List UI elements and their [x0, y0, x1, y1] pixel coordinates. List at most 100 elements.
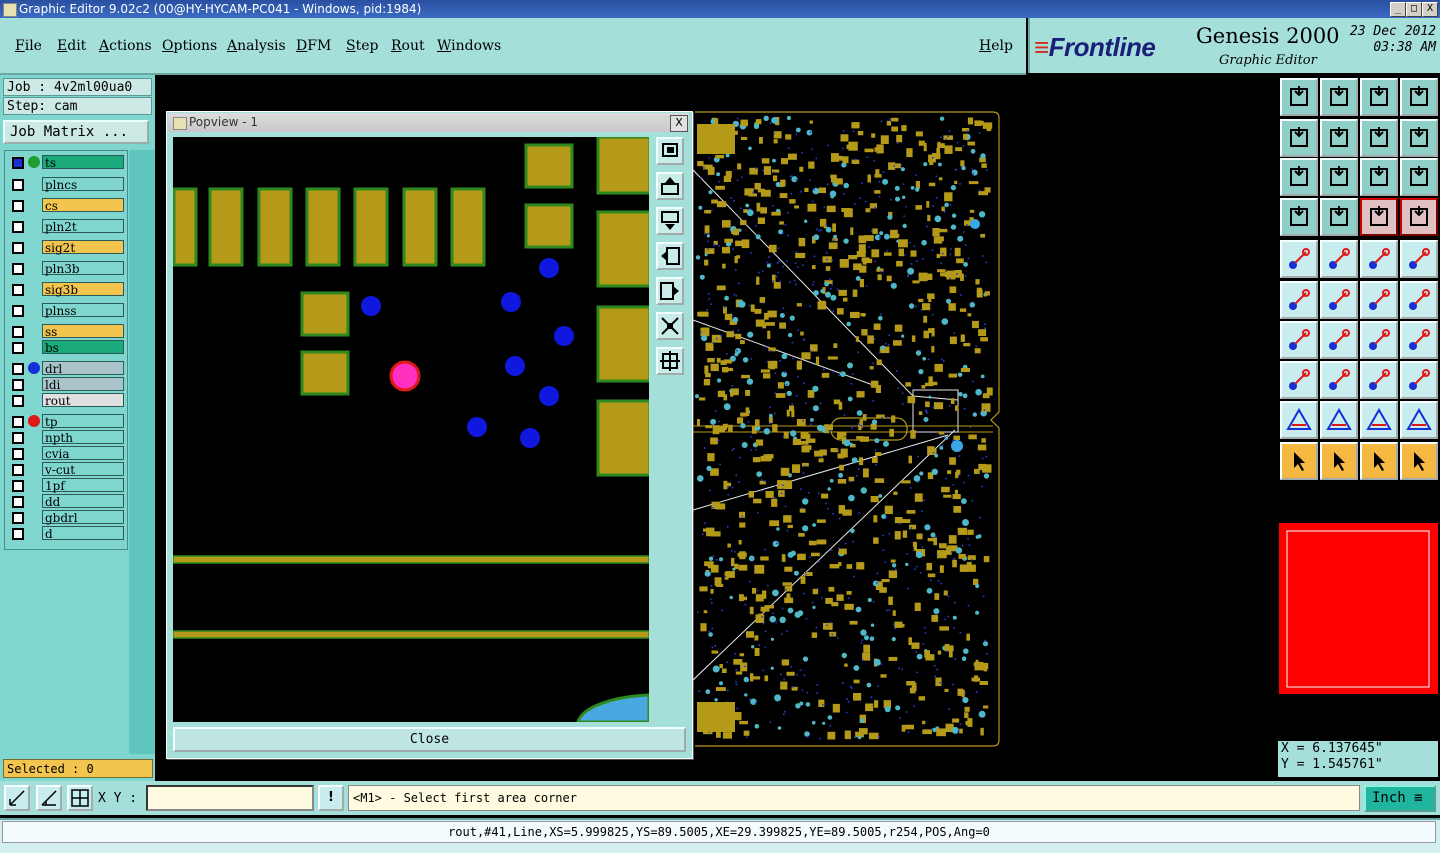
tool-tri-3,triangle-icon-button[interactable] [1360, 401, 1398, 439]
layer-name[interactable]: 1pf [42, 478, 124, 493]
layer-row-gbdrl[interactable]: gbdrl [7, 510, 125, 525]
layer-row-v-cut[interactable]: v-cut [7, 462, 125, 477]
layer-name[interactable]: rout [42, 393, 124, 408]
pcb-board-view[interactable] [692, 110, 1013, 748]
layer-row-cs[interactable]: cs [7, 198, 125, 213]
tool-pan-left,arrow-left-icon-button[interactable] [1280, 119, 1318, 157]
tool-zoom-center,zoom-center-icon-button[interactable] [1320, 158, 1358, 196]
tool-split,split-icon-button[interactable] [1400, 321, 1438, 359]
menu-dfm[interactable]: DFM [296, 38, 331, 54]
layer-name[interactable]: pln3b [42, 261, 124, 276]
layer-checkbox[interactable] [12, 263, 24, 275]
layer-name[interactable]: gbdrl [42, 510, 124, 525]
layer-checkbox[interactable] [12, 480, 24, 492]
layer-name[interactable]: sig3b [42, 282, 124, 297]
layer-row-pln2t[interactable]: pln2t [7, 219, 125, 234]
layer-checkbox[interactable] [12, 179, 24, 191]
job-matrix-button[interactable]: Job Matrix ... [3, 120, 149, 144]
tool-zoom-fit,zoom-fit-icon-button[interactable] [1280, 158, 1318, 196]
layer-row-cvia[interactable]: cvia [7, 446, 125, 461]
close-window-button[interactable]: X [1422, 2, 1438, 17]
layer-checkbox[interactable] [12, 496, 24, 508]
layer-row-ldi[interactable]: ldi [7, 377, 125, 392]
layer-row-drl[interactable]: drl [7, 361, 125, 376]
popview-zoom-in-button[interactable] [656, 312, 684, 340]
tool-home,home-icon-button[interactable] [1360, 78, 1398, 116]
tool-tools,tools-icon-button[interactable] [1280, 198, 1318, 236]
tool-copy,copy-arrow-icon-button[interactable] [1400, 281, 1438, 319]
tool-add-pad,pad-icon-button[interactable] [1280, 240, 1318, 278]
layer-name[interactable]: npth [42, 430, 124, 445]
menu-options[interactable]: Options [162, 38, 217, 54]
layer-name[interactable]: plncs [42, 177, 124, 192]
popview-pan-right-button[interactable] [656, 277, 684, 305]
menu-help[interactable]: Help [979, 38, 1013, 54]
layer-checkbox[interactable] [12, 242, 24, 254]
tool-tri-2,triangle-icon-button[interactable] [1320, 401, 1358, 439]
layer-row-npth[interactable]: npth [7, 430, 125, 445]
tool-open-step,upload-icon-button[interactable] [1280, 78, 1318, 116]
tool-window-layout,window-icon-button[interactable] [1400, 78, 1438, 116]
popview-pan-up-button[interactable] [656, 172, 684, 200]
tool-pointer-2,pointer-icon-button[interactable] [1320, 442, 1358, 480]
tool-select-pad,circle-select-icon-button[interactable] [1400, 240, 1438, 278]
maximize-button[interactable]: □ [1406, 2, 1422, 17]
layer-row-rout[interactable]: rout [7, 393, 125, 408]
layer-checkbox[interactable] [12, 157, 24, 169]
tool-save-job,download-icon-button[interactable] [1320, 78, 1358, 116]
layer-name[interactable]: sig2t [42, 240, 124, 255]
tool-mirror,mirror-icon-button[interactable] [1400, 119, 1438, 157]
menu-actions[interactable]: Actions [99, 38, 152, 54]
layer-checkbox[interactable] [12, 528, 24, 540]
layer-checkbox[interactable] [12, 305, 24, 317]
tool-arc,arc-icon-button[interactable] [1360, 321, 1398, 359]
layer-name[interactable]: cvia [42, 446, 124, 461]
popview-zoom-window-button[interactable] [656, 137, 684, 165]
tool-resize,resize-icon-button[interactable] [1360, 361, 1398, 399]
layer-checkbox[interactable] [12, 395, 24, 407]
layer-row-pln3b[interactable]: pln3b [7, 261, 125, 276]
layer-row-sig3b[interactable]: sig3b [7, 282, 125, 297]
tool-measure-ruler,ruler-icon-button[interactable] [1360, 240, 1398, 278]
layer-checkbox[interactable] [12, 326, 24, 338]
layer-name[interactable]: bs [42, 340, 124, 355]
layer-row-1pf[interactable]: 1pf [7, 478, 125, 493]
tool-circles,circles-icon-button[interactable] [1400, 361, 1438, 399]
tool-pointer-3,pointer-icon-button[interactable] [1360, 442, 1398, 480]
layer-row-d[interactable]: d [7, 526, 125, 541]
layer-row-ts[interactable]: ts [7, 155, 125, 170]
layer-row-ss[interactable]: ss [7, 324, 125, 339]
tool-tri-1,triangle-icon-button[interactable] [1280, 401, 1318, 439]
overview-map[interactable] [1279, 523, 1438, 694]
exclamation-button[interactable]: ! [318, 785, 344, 811]
layer-checkbox[interactable] [12, 363, 24, 375]
layer-checkbox[interactable] [12, 200, 24, 212]
popview-title-bar[interactable]: Popview - 1 [168, 113, 689, 132]
layer-row-plnss[interactable]: plnss [7, 303, 125, 318]
menu-windows[interactable]: Windows [437, 38, 501, 54]
tool-move,move-icon-button[interactable] [1360, 281, 1398, 319]
layer-name[interactable]: dd [42, 494, 124, 509]
layer-name[interactable]: tp [42, 414, 124, 429]
tool-tri-4,triangle-icon-button[interactable] [1400, 401, 1438, 439]
menu-edit[interactable]: Edit [57, 38, 86, 54]
layer-name[interactable]: ss [42, 324, 124, 339]
layer-row-tp[interactable]: tp [7, 414, 125, 429]
popview-zoom-out-button[interactable] [656, 347, 684, 375]
layer-checkbox[interactable] [12, 284, 24, 296]
layer-name[interactable]: drl [42, 361, 124, 376]
layer-name[interactable]: ts [42, 155, 124, 170]
layer-checkbox[interactable] [12, 432, 24, 444]
layer-name[interactable]: plnss [42, 303, 124, 318]
layer-name[interactable]: pln2t [42, 219, 124, 234]
tool-zoom-1-2,ratio-icon-button[interactable] [1360, 158, 1398, 196]
popview-pan-left-button[interactable] [656, 242, 684, 270]
menu-step[interactable]: Step [346, 38, 378, 54]
tool-snap-point,snap-point-icon-button[interactable] [1280, 361, 1318, 399]
tool-grid-display,grid-icon-button[interactable] [1320, 198, 1358, 236]
layer-name[interactable]: cs [42, 198, 124, 213]
layer-checkbox[interactable] [12, 379, 24, 391]
layer-row-sig2t[interactable]: sig2t [7, 240, 125, 255]
minimize-button[interactable]: _ [1390, 2, 1406, 17]
tool-route-pointer,pointer-route-icon-button[interactable] [1400, 442, 1438, 480]
